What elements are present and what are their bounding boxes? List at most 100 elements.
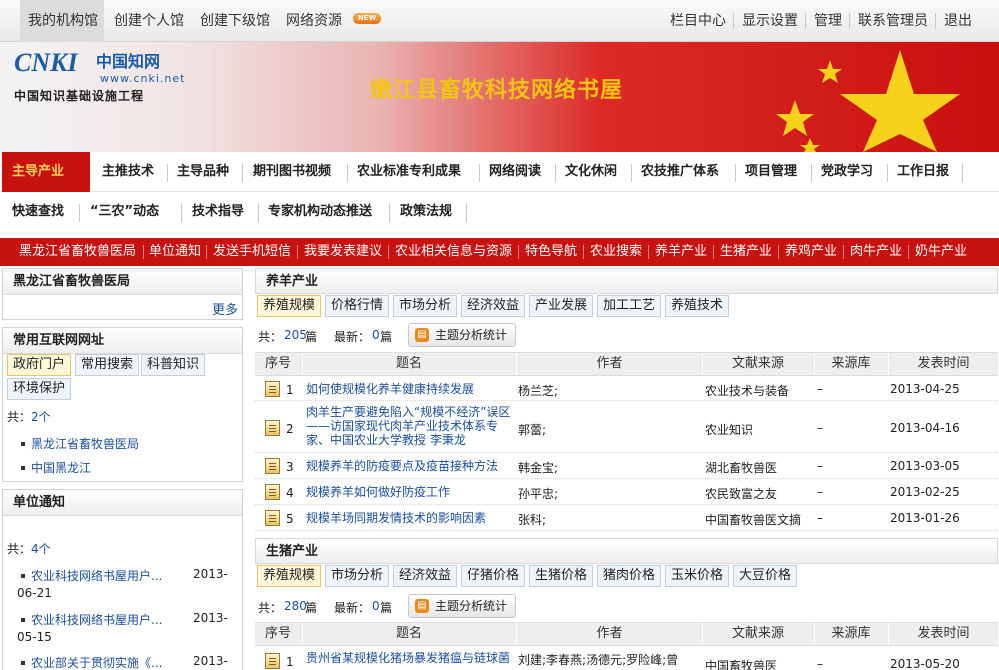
pig-tab[interactable]: 经济效益 <box>393 565 458 587</box>
sheep-tab[interactable]: 经济效益 <box>461 295 526 317</box>
nav-project-management[interactable]: 项目管理 <box>745 152 797 192</box>
redbar-link[interactable]: 生猪产业 <box>720 238 772 266</box>
link-column-center[interactable]: 栏目中心 <box>670 0 726 42</box>
pig-tab[interactable]: 大豆价格 <box>733 565 798 587</box>
divider <box>811 164 812 182</box>
link-logout[interactable]: 退出 <box>944 0 972 42</box>
nav-sannong-news[interactable]: “三农”动态 <box>90 192 159 232</box>
redbar-link[interactable]: 养鸡产业 <box>785 238 837 266</box>
nav-leisure[interactable]: 文化休闲 <box>565 152 617 192</box>
nav-main-breed[interactable]: 主导品种 <box>177 152 229 192</box>
nav-party-study[interactable]: 党政学习 <box>821 152 873 192</box>
link-manage[interactable]: 管理 <box>814 0 842 42</box>
row-date: 2013-03-05 <box>890 459 960 473</box>
tab-environment[interactable]: 环境保护 <box>7 378 72 400</box>
tab-create-sub[interactable]: 创建下级馆 <box>200 0 270 42</box>
redbar-link[interactable]: 特色导航 <box>525 238 577 266</box>
row-source[interactable]: 农民致富之友 <box>705 485 777 502</box>
redbar-link[interactable]: 发送手机短信 <box>213 238 291 266</box>
row-title[interactable]: 规模养羊的防疫要点及疫苗接种方法 <box>306 459 511 473</box>
redbar-link[interactable]: 农业搜索 <box>590 238 642 266</box>
redbar-link[interactable]: 肉牛产业 <box>850 238 902 266</box>
more-link[interactable]: 更多 <box>212 299 238 318</box>
row-author[interactable]: 郭蕾; <box>518 421 546 438</box>
link-item[interactable]: 黑龙江省畜牧兽医局 <box>31 435 139 452</box>
nav-quick-search[interactable]: 快速查找 <box>12 192 64 232</box>
notice-item[interactable]: 农业科技网络书屋用户... <box>31 567 162 584</box>
redbar-link[interactable]: 我要发表建议 <box>304 238 382 266</box>
tab-common-search[interactable]: 常用搜索 <box>75 354 140 376</box>
pig-tab[interactable]: 猪肉价格 <box>597 565 662 587</box>
row-title[interactable]: 如何使规模化养羊健康持续发展 <box>306 382 511 396</box>
row-author[interactable]: 刘建;李春燕;汤德元;罗险峰;曾 <box>518 651 678 668</box>
row-source[interactable]: 农业知识 <box>705 421 753 438</box>
sheep-tab[interactable]: 市场分析 <box>393 295 458 317</box>
tab-gov-portal[interactable]: 政府门户 <box>7 354 72 376</box>
tab-my-institution[interactable]: 我的机构馆 <box>20 0 104 42</box>
document-icon[interactable] <box>265 484 280 500</box>
nav-policies[interactable]: 政策法规 <box>400 192 452 232</box>
sheep-tab[interactable]: 价格行情 <box>325 295 390 317</box>
row-db: – <box>817 485 823 499</box>
tab-create-personal[interactable]: 创建个人馆 <box>114 0 184 42</box>
document-icon[interactable] <box>265 420 280 436</box>
row-author[interactable]: 韩金宝; <box>518 459 558 476</box>
row-source[interactable]: 中国畜牧兽医文摘 <box>705 511 801 528</box>
sheep-latest: 0 <box>372 328 380 342</box>
nav-extension-system[interactable]: 农技推广体系 <box>641 152 719 192</box>
document-icon[interactable] <box>265 653 280 669</box>
document-icon[interactable] <box>265 381 280 397</box>
sheep-tab[interactable]: 产业发展 <box>529 295 594 317</box>
redbar-link[interactable]: 黑龙江省畜牧兽医局 <box>19 238 136 266</box>
divider <box>805 13 806 29</box>
sheep-tab[interactable]: 养殖规模 <box>257 295 322 317</box>
bullet <box>21 442 25 446</box>
topic-stats-button[interactable]: ▤ 主题分析统计 <box>408 594 517 618</box>
row-title[interactable]: 规模羊场同期发情技术的影响因素 <box>306 511 511 525</box>
row-author[interactable]: 张科; <box>518 511 546 528</box>
row-title[interactable]: 肉羊生产要避免陷入“规模不经济”误区——访国家现代肉羊产业技术体系专家、中国农业… <box>306 405 511 447</box>
redbar-link[interactable]: 养羊产业 <box>655 238 707 266</box>
row-title[interactable]: 贵州省某规模化猪场暴发猪瘟与链球菌 <box>306 651 516 665</box>
notice-item[interactable]: 农业科技网络书屋用户... <box>31 611 162 628</box>
link-contact-admin[interactable]: 联系管理员 <box>858 0 928 42</box>
pig-tab[interactable]: 玉米价格 <box>665 565 730 587</box>
redbar-link[interactable]: 奶牛产业 <box>915 238 967 266</box>
redbar-link[interactable]: 农业相关信息与资源 <box>395 238 512 266</box>
nav-journals[interactable]: 期刊图书视频 <box>253 152 331 192</box>
document-icon[interactable] <box>265 458 280 474</box>
nav-main-tech[interactable]: 主推技术 <box>102 152 154 192</box>
notice-item[interactable]: 农业部关于贯彻实施《... <box>31 654 162 670</box>
nav-tech-guidance[interactable]: 技术指导 <box>192 192 244 232</box>
tab-science[interactable]: 科普知识 <box>141 354 206 376</box>
nav-online-reading[interactable]: 网络阅读 <box>489 152 541 192</box>
redbar-link[interactable]: 单位通知 <box>149 238 201 266</box>
pig-tab[interactable]: 市场分析 <box>325 565 390 587</box>
row-source[interactable]: 农业技术与装备 <box>705 382 789 399</box>
sheep-tab[interactable]: 加工工艺 <box>597 295 662 317</box>
row-source[interactable]: 中国畜牧兽医 <box>705 657 777 670</box>
link-item[interactable]: 中国黑龙江 <box>31 459 91 476</box>
nav-standards[interactable]: 农业标准专利成果 <box>357 152 461 192</box>
sheep-tab[interactable]: 养殖技术 <box>665 295 730 317</box>
cnki-logo[interactable]: CNKI <box>14 48 78 78</box>
row-title[interactable]: 规模养羊如何做好防疫工作 <box>306 485 511 499</box>
nav-expert-push[interactable]: 专家机构动态推送 <box>268 192 372 232</box>
row-number: 4 <box>286 486 294 500</box>
document-icon[interactable] <box>265 510 280 526</box>
pig-tab[interactable]: 生猪价格 <box>529 565 594 587</box>
divider <box>518 245 519 259</box>
topic-stats-button[interactable]: ▤ 主题分析统计 <box>408 323 517 347</box>
site-title: 嫩江县畜牧科技网络书屋 <box>370 78 624 103</box>
tab-network-resources[interactable]: 网络资源 <box>286 0 342 42</box>
nav-main-industry[interactable]: 主导产业 <box>2 152 90 192</box>
row-db: – <box>817 421 823 435</box>
pig-tab[interactable]: 仔猪价格 <box>461 565 526 587</box>
row-source[interactable]: 湖北畜牧兽医 <box>705 459 777 476</box>
link-display-settings[interactable]: 显示设置 <box>742 0 798 42</box>
row-author[interactable]: 孙平忠; <box>518 485 558 502</box>
topic-stats-label: 主题分析统计 <box>435 328 508 342</box>
nav-daily-report[interactable]: 工作日报 <box>897 152 949 192</box>
row-author[interactable]: 杨兰芝; <box>518 382 558 399</box>
pig-tab[interactable]: 养殖规模 <box>257 565 322 587</box>
